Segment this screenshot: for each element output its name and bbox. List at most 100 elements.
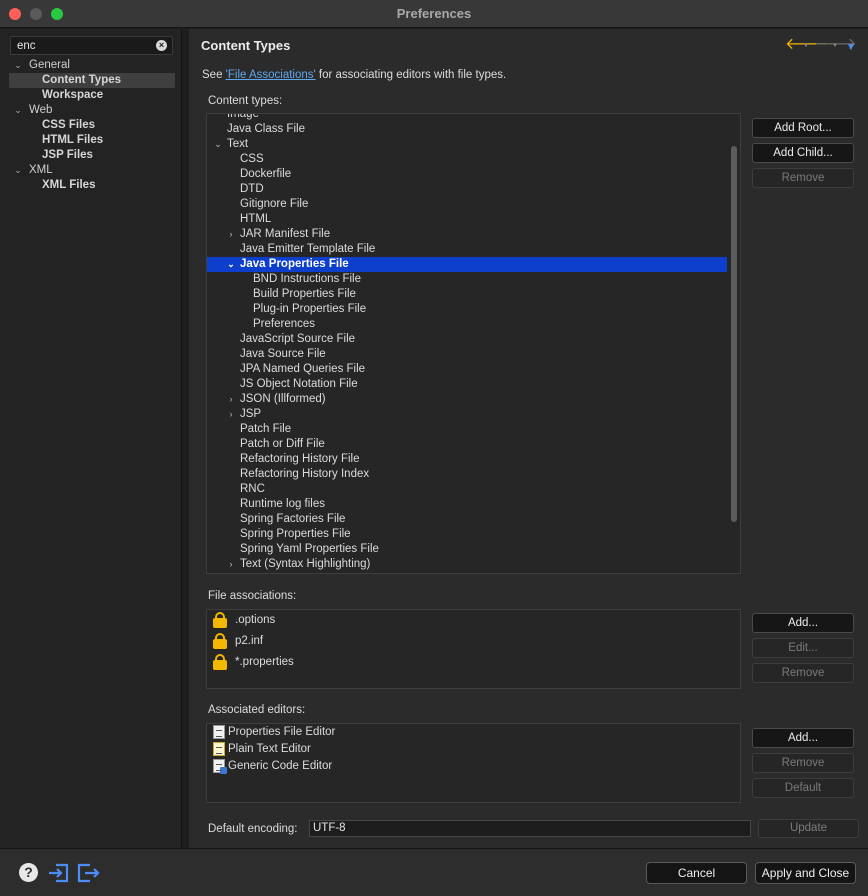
content-type-item[interactable]: ⌄ Text xyxy=(207,137,727,152)
content-type-label: JPA Named Queries File xyxy=(240,363,366,375)
file-association-label: p2.inf xyxy=(235,635,264,647)
content-type-item[interactable]: Spring Properties File xyxy=(207,527,727,542)
content-type-item[interactable]: Refactoring History Index xyxy=(207,467,727,482)
editor-label: Generic Code Editor xyxy=(228,760,333,772)
content-type-item[interactable]: BND Instructions File xyxy=(207,272,727,287)
sidebar-item-label: Workspace xyxy=(42,89,104,101)
associated-editors-list[interactable]: Properties File Editor Plain Text Editor… xyxy=(206,723,741,803)
sidebar-item[interactable]: Workspace xyxy=(9,88,175,103)
import-icon[interactable] xyxy=(47,862,71,884)
lock-icon xyxy=(213,633,227,649)
content-type-item[interactable]: Refactoring History File xyxy=(207,452,727,467)
content-type-item[interactable]: Dockerfile xyxy=(207,167,727,182)
help-icon[interactable]: ? xyxy=(19,863,38,882)
content-type-label: Spring Properties File xyxy=(240,528,351,540)
remove-editor-button[interactable]: Remove xyxy=(752,753,854,773)
default-editor-button[interactable]: Default xyxy=(752,778,854,798)
content-type-item[interactable]: › JAR Manifest File xyxy=(207,227,727,242)
filter-field[interactable]: × xyxy=(10,36,173,55)
file-association-label: *.properties xyxy=(235,656,294,668)
add-root-button[interactable]: Add Root... xyxy=(752,118,854,138)
add-child-button[interactable]: Add Child... xyxy=(752,143,854,163)
content-type-label: Spring Yaml Properties File xyxy=(240,543,379,555)
content-types-scrollbar[interactable] xyxy=(731,146,737,522)
content-type-item[interactable]: Gitignore File xyxy=(207,197,727,212)
add-editor-button[interactable]: Add... xyxy=(752,728,854,748)
content-type-item[interactable]: › JSP xyxy=(207,407,727,422)
content-type-item[interactable]: DTD xyxy=(207,182,727,197)
sidebar-item[interactable]: HTML Files xyxy=(9,133,175,148)
default-encoding-field[interactable]: UTF-8 xyxy=(309,820,751,837)
sidebar-item[interactable]: ⌄ General xyxy=(9,58,175,73)
content-type-item[interactable]: Java Class File xyxy=(207,122,727,137)
content-type-item[interactable]: Spring Factories File xyxy=(207,512,727,527)
export-icon[interactable] xyxy=(76,862,100,884)
content-type-label: BND Instructions File xyxy=(253,273,362,285)
preference-sidebar: × ⌄ General Content Types Workspace ⌄ Web CSS … xyxy=(0,29,182,848)
content-type-label: JavaScript Source File xyxy=(240,333,356,345)
content-type-label: RNC xyxy=(240,483,265,495)
text-file-icon xyxy=(213,742,225,756)
chevron-down-icon[interactable]: ⌄ xyxy=(11,103,25,118)
remove-association-button[interactable]: Remove xyxy=(752,663,854,683)
file-associations-list[interactable]: .options p2.inf *.properties xyxy=(206,609,741,689)
back-history-dropdown-icon[interactable]: ▼ xyxy=(803,43,809,49)
content-type-item[interactable]: Patch File xyxy=(207,422,727,437)
chevron-down-icon[interactable]: ⌄ xyxy=(211,137,225,152)
content-type-item[interactable]: Preferences xyxy=(207,317,727,332)
title-bar: Preferences xyxy=(0,0,868,28)
update-encoding-button[interactable]: Update xyxy=(758,819,859,838)
content-type-item[interactable]: JavaScript Source File xyxy=(207,332,727,347)
content-type-item[interactable]: › JSON (Illformed) xyxy=(207,392,727,407)
content-type-item[interactable]: Java Source File xyxy=(207,347,727,362)
sidebar-item[interactable]: ⌄ Web xyxy=(9,103,175,118)
content-type-item[interactable]: ⌄ Java Properties File xyxy=(207,257,727,272)
editor-label: Plain Text Editor xyxy=(228,743,311,755)
sidebar-item[interactable]: CSS Files xyxy=(9,118,175,133)
chevron-right-icon[interactable]: › xyxy=(224,227,238,242)
content-type-item[interactable]: › Text (Syntax Highlighting) xyxy=(207,557,727,572)
clear-filter-icon[interactable]: × xyxy=(156,40,167,51)
sidebar-item-label: CSS Files xyxy=(42,119,96,131)
sidebar-item[interactable]: ⌄ XML xyxy=(9,163,175,178)
content-type-item[interactable]: Image xyxy=(207,114,727,122)
window-title: Preferences xyxy=(396,6,472,21)
content-type-item[interactable]: JPA Named Queries File xyxy=(207,362,727,377)
content-type-item[interactable]: Runtime log files xyxy=(207,497,727,512)
content-type-item[interactable]: Java Emitter Template File xyxy=(207,242,727,257)
chevron-down-icon[interactable]: ⌄ xyxy=(11,58,25,73)
content-type-label: Gitignore File xyxy=(240,198,309,210)
edit-association-button[interactable]: Edit... xyxy=(752,638,854,658)
filter-input[interactable] xyxy=(17,39,157,53)
chevron-right-icon[interactable]: › xyxy=(224,557,238,572)
add-association-button[interactable]: Add... xyxy=(752,613,854,633)
content-type-item[interactable]: Patch or Diff File xyxy=(207,437,727,452)
sidebar-item[interactable]: XML Files xyxy=(9,178,175,193)
content-type-item[interactable]: CSS xyxy=(207,152,727,167)
content-type-item[interactable]: HTML xyxy=(207,212,727,227)
cancel-button[interactable]: Cancel xyxy=(646,862,747,884)
chevron-down-icon[interactable]: ⌄ xyxy=(224,257,238,272)
remove-content-type-button[interactable]: Remove xyxy=(752,168,854,188)
preference-tree: ⌄ General Content Types Workspace ⌄ Web CSS Fi… xyxy=(9,58,175,193)
content-type-item[interactable]: JS Object Notation File xyxy=(207,377,727,392)
sidebar-item-label: General xyxy=(29,59,70,71)
content-type-label: Runtime log files xyxy=(240,498,326,510)
chevron-right-icon[interactable]: › xyxy=(224,392,238,407)
forward-history-dropdown-icon[interactable]: ▼ xyxy=(832,43,838,49)
sidebar-item[interactable]: JSP Files xyxy=(9,148,175,163)
file-associations-link[interactable]: 'File Associations' xyxy=(226,69,316,81)
content-type-item[interactable]: Plug-in Properties File xyxy=(207,302,727,317)
content-type-label: JS Object Notation File xyxy=(240,378,358,390)
apply-and-close-button[interactable]: Apply and Close xyxy=(755,862,856,884)
content-type-label: Refactoring History File xyxy=(240,453,360,465)
content-type-item[interactable]: RNC xyxy=(207,482,727,497)
content-types-tree[interactable]: Image Java Class File ⌄ Text CSS Dockerfile DT… xyxy=(206,113,741,574)
chevron-down-icon[interactable]: ⌄ xyxy=(11,163,25,178)
sidebar-item[interactable]: Content Types xyxy=(9,73,175,88)
chevron-right-icon[interactable]: › xyxy=(224,407,238,422)
view-menu-icon[interactable]: ▼ xyxy=(846,40,856,56)
content-type-item[interactable]: Spring Yaml Properties File xyxy=(207,542,727,557)
content-type-item[interactable]: Build Properties File xyxy=(207,287,727,302)
hint-prefix: See xyxy=(202,69,226,81)
